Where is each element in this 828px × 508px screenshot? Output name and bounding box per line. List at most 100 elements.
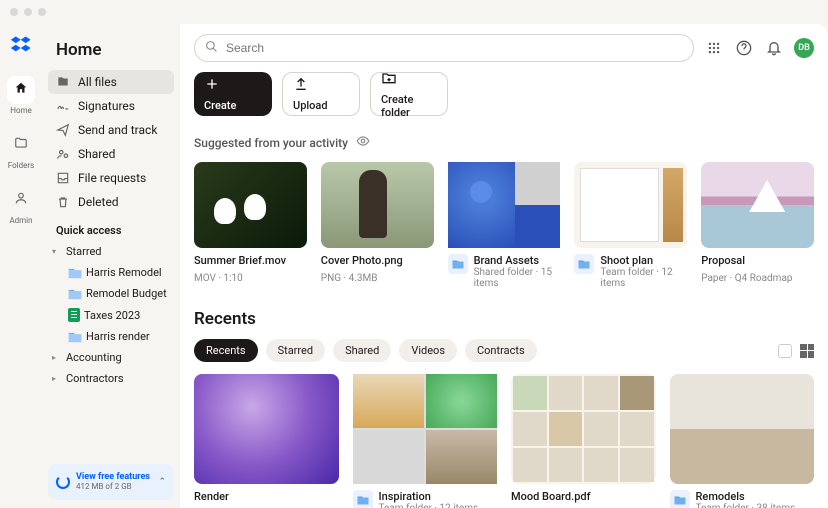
help-icon[interactable] <box>734 38 754 58</box>
nav-label: All files <box>78 75 117 89</box>
item-name: Shoot plan <box>600 254 687 267</box>
upgrade-promo[interactable]: View free features 412 MB of 2 GB ⌃ <box>48 464 174 500</box>
nav-signatures[interactable]: Signatures <box>48 94 174 118</box>
nav-all-files[interactable]: All files <box>48 70 174 94</box>
select-checkbox[interactable] <box>778 344 792 358</box>
filter-contracts[interactable]: Contracts <box>465 339 537 362</box>
tree-label: Contractors <box>66 372 124 385</box>
dropbox-logo-icon[interactable] <box>10 34 32 60</box>
create-button[interactable]: Create <box>194 72 272 116</box>
chevron-up-icon: ⌃ <box>158 477 166 487</box>
nav-deleted[interactable]: Deleted <box>48 190 174 214</box>
nav-file-requests[interactable]: File requests <box>48 166 174 190</box>
item-name: Inspiration <box>379 490 479 503</box>
search-icon <box>205 40 218 57</box>
create-folder-button[interactable]: Create folder <box>370 72 448 116</box>
nav-shared[interactable]: Shared <box>48 142 174 166</box>
thumbnail <box>353 374 498 484</box>
button-label: Upload <box>293 99 349 112</box>
thumbnail <box>194 162 307 248</box>
filter-recents[interactable]: Recents <box>194 339 258 362</box>
recent-item[interactable]: Inspiration Team folder · 12 items <box>353 374 498 508</box>
item-name: Remodels <box>696 490 796 503</box>
nav-rail: Home Folders Admin <box>0 24 42 508</box>
upload-button[interactable]: Upload <box>282 72 360 116</box>
promo-title: View free features <box>76 472 150 482</box>
folder-badge-icon <box>353 490 373 508</box>
nav-label: Shared <box>78 147 115 161</box>
tree-label: Harris Remodel <box>86 266 162 279</box>
recent-item[interactable]: Mood Board.pdf PDF · 2.2KB <box>511 374 656 508</box>
search-input[interactable] <box>226 41 683 55</box>
folder-icon <box>14 136 28 154</box>
tree-accounting[interactable]: ▸ Accounting <box>48 347 174 368</box>
page-title: Home <box>48 34 174 70</box>
user-avatar[interactable]: DB <box>794 38 814 58</box>
rail-admin[interactable]: Admin <box>7 186 35 225</box>
visibility-icon[interactable] <box>356 134 370 152</box>
suggested-item[interactable]: Shoot plan Team folder · 12 items <box>574 162 687 289</box>
item-name: Cover Photo.png <box>321 254 434 267</box>
item-sub: Paper · Q4 Roadmap <box>701 273 814 284</box>
window-titlebar <box>0 0 828 24</box>
tree-contractors[interactable]: ▸ Contractors <box>48 368 174 389</box>
suggested-row: Summer Brief.mov MOV · 1:10 Cover Photo.… <box>194 162 814 289</box>
tree-starred[interactable]: ▾ Starred <box>48 241 174 262</box>
recent-item[interactable]: Remodels Team folder · 38 items <box>670 374 815 508</box>
main-content: DB Create Upload Create folder Suggested… <box>180 24 828 508</box>
rail-folders[interactable]: Folders <box>7 131 35 170</box>
admin-icon <box>14 191 28 209</box>
thumbnail <box>321 162 434 248</box>
apps-grid-icon[interactable] <box>704 38 724 58</box>
rail-home[interactable]: Home <box>7 76 35 115</box>
traffic-max[interactable] <box>38 8 46 16</box>
suggested-item[interactable]: Cover Photo.png PNG · 4.3MB <box>321 162 434 289</box>
folder-icon <box>68 267 82 279</box>
tree-label: Accounting <box>66 351 122 364</box>
sidebar: Home All files Signatures Send and track… <box>42 24 180 508</box>
send-icon <box>56 123 70 137</box>
folder-badge-icon <box>574 254 594 274</box>
tree-harris-remodel[interactable]: Harris Remodel <box>48 262 174 283</box>
nav-send-track[interactable]: Send and track <box>48 118 174 142</box>
button-label: Create <box>204 99 262 112</box>
traffic-close[interactable] <box>10 8 18 16</box>
filter-shared[interactable]: Shared <box>333 339 391 362</box>
suggested-header: Suggested from your activity <box>194 134 814 152</box>
chevron-down-icon: ▾ <box>52 247 62 256</box>
grid-view-icon[interactable] <box>800 344 814 358</box>
item-name: Proposal <box>701 254 814 267</box>
item-sub: Shared folder · 15 items <box>474 267 561 289</box>
topbar: DB <box>194 34 814 62</box>
search-field[interactable] <box>194 34 694 62</box>
promo-sub: 412 MB of 2 GB <box>76 482 132 491</box>
plus-icon <box>204 76 262 95</box>
tree-harris-render[interactable]: Harris render <box>48 326 174 347</box>
traffic-min[interactable] <box>24 8 32 16</box>
item-name: Summer Brief.mov <box>194 254 307 267</box>
item-name: Mood Board.pdf <box>511 490 656 503</box>
item-sub: PNG · 4.3MB <box>321 273 434 284</box>
bell-icon[interactable] <box>764 38 784 58</box>
suggested-item[interactable]: Proposal Paper · Q4 Roadmap <box>701 162 814 289</box>
upload-icon <box>293 76 349 95</box>
recents-header: Recents <box>194 309 814 329</box>
trash-icon <box>56 195 70 209</box>
chevron-right-icon: ▸ <box>52 353 62 362</box>
item-sub: Team folder · 38 items <box>696 503 796 508</box>
tree-label: Taxes 2023 <box>84 309 140 322</box>
suggested-item[interactable]: Summer Brief.mov MOV · 1:10 <box>194 162 307 289</box>
tree-taxes-2023[interactable]: Taxes 2023 <box>48 304 174 326</box>
rail-label: Admin <box>9 216 32 225</box>
tree-remodel-budget[interactable]: Remodel Budget <box>48 283 174 304</box>
filter-row: Recents Starred Shared Videos Contracts <box>194 339 814 362</box>
filter-starred[interactable]: Starred <box>266 339 326 362</box>
inbox-icon <box>56 171 70 185</box>
suggested-item[interactable]: Brand Assets Shared folder · 15 items <box>448 162 561 289</box>
item-sub: MOV · 1:10 <box>194 273 307 284</box>
filter-videos[interactable]: Videos <box>399 339 457 362</box>
thumbnail <box>194 374 339 484</box>
recent-item[interactable]: Render PNG · 1.2KB <box>194 374 339 508</box>
home-icon <box>14 81 28 99</box>
shared-icon <box>56 147 70 161</box>
